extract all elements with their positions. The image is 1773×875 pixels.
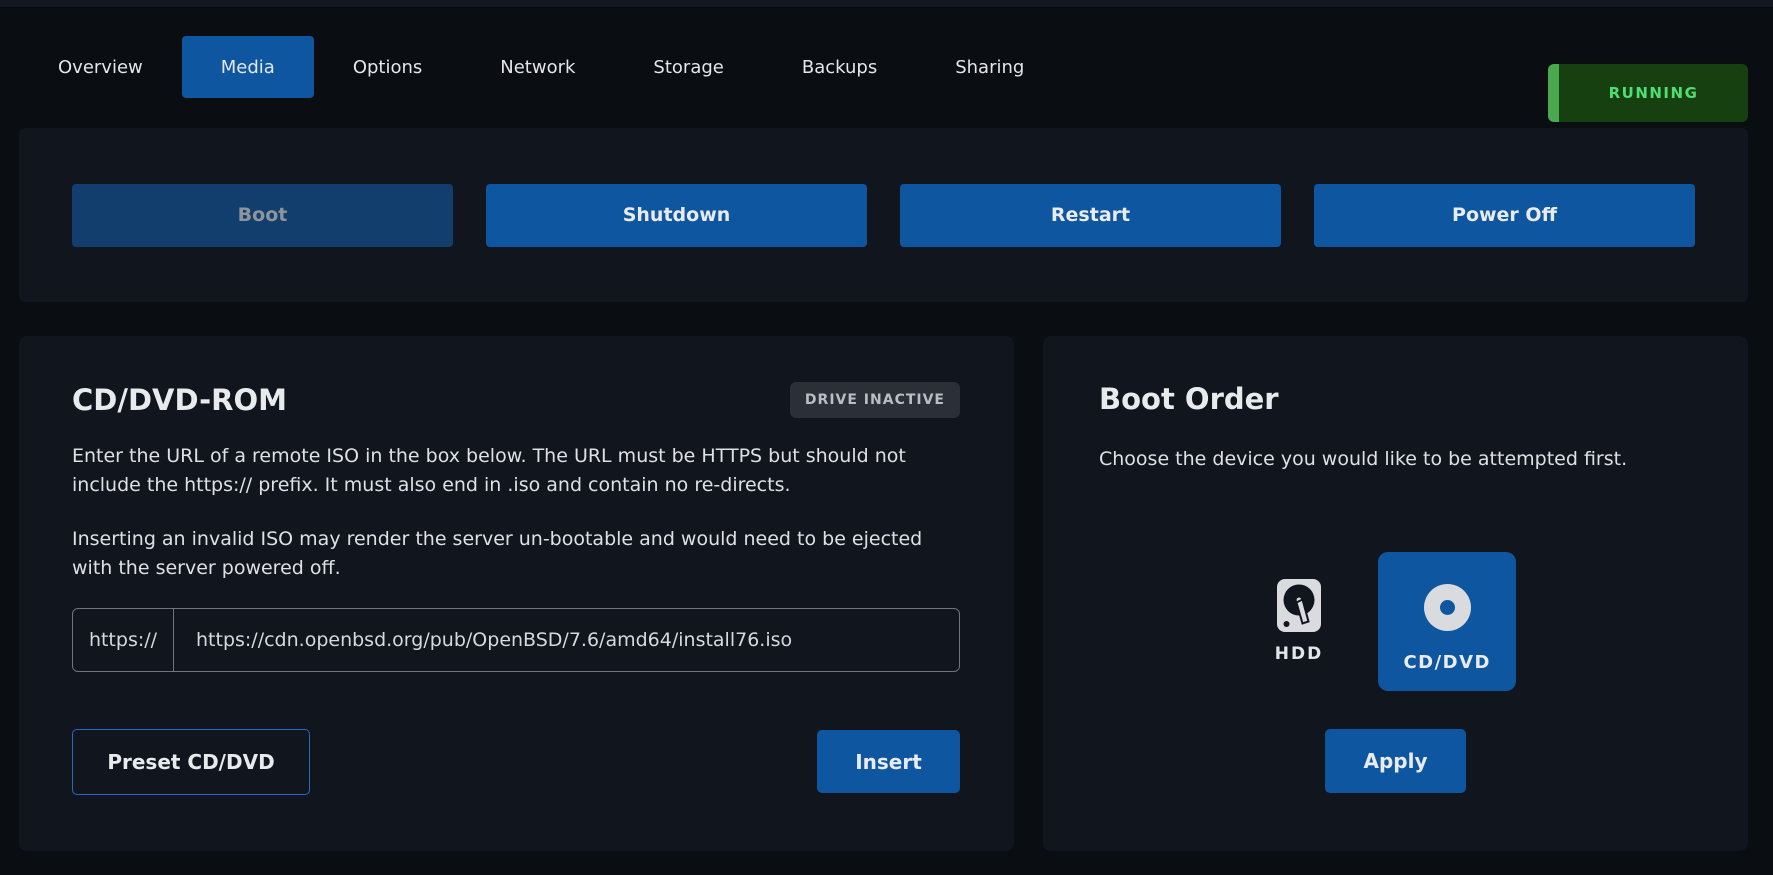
cdrom-card-title: CD/DVD-ROM [72, 383, 287, 417]
iso-url-input[interactable] [174, 608, 959, 671]
tab-backups[interactable]: Backups [763, 36, 916, 98]
boot-button[interactable]: Boot [72, 183, 453, 247]
top-border [0, 0, 1773, 8]
power-off-button[interactable]: Power Off [1314, 183, 1695, 247]
boot-order-card: Boot Order Choose the device you would l… [1043, 336, 1748, 851]
device-label-hdd: HDD [1274, 644, 1324, 664]
boot-order-title: Boot Order [1099, 382, 1279, 416]
tab-sharing[interactable]: Sharing [916, 36, 1063, 98]
url-prefix-label: https:// [73, 608, 174, 671]
drive-status-badge: DRIVE INACTIVE [789, 382, 960, 418]
apply-button[interactable]: Apply [1325, 729, 1466, 793]
insert-button[interactable]: Insert [817, 730, 960, 794]
media-page: Overview Media Options Network Storage B… [0, 36, 1773, 851]
power-controls-panel: Boot Shutdown Restart Power Off [19, 128, 1748, 302]
hdd-icon [1276, 579, 1321, 636]
device-label-cddvd: CD/DVD [1403, 652, 1491, 673]
status-badge-accent-strip [1548, 64, 1559, 122]
nav-tabs: Overview Media Options Network Storage B… [19, 36, 1748, 98]
disc-icon [1423, 584, 1471, 635]
tab-storage[interactable]: Storage [614, 36, 762, 98]
status-badge-label: RUNNING [1608, 84, 1699, 102]
iso-instructions-text: Enter the URL of a remote ISO in the box… [72, 445, 906, 497]
device-option-hdd[interactable]: HDD [1275, 579, 1323, 664]
restart-button[interactable]: Restart [900, 183, 1281, 247]
iso-warning-text: Inserting an invalid ISO may render the … [72, 527, 923, 580]
preset-cddvd-button[interactable]: Preset CD/DVD [72, 728, 310, 795]
tab-options[interactable]: Options [314, 36, 461, 98]
shutdown-button[interactable]: Shutdown [486, 183, 867, 247]
device-option-cddvd[interactable]: CD/DVD [1378, 552, 1517, 691]
cdrom-card: CD/DVD-ROM DRIVE INACTIVE Enter the URL … [19, 336, 1014, 851]
tab-overview[interactable]: Overview [19, 36, 182, 98]
iso-url-input-group: https:// [72, 607, 960, 672]
boot-order-description: Choose the device you would like to be a… [1099, 448, 1628, 470]
tab-network[interactable]: Network [461, 36, 614, 98]
tab-media[interactable]: Media [181, 36, 314, 98]
boot-device-selector: HDD CD/DVD [1099, 552, 1692, 691]
status-badge-running: RUNNING [1548, 64, 1748, 122]
